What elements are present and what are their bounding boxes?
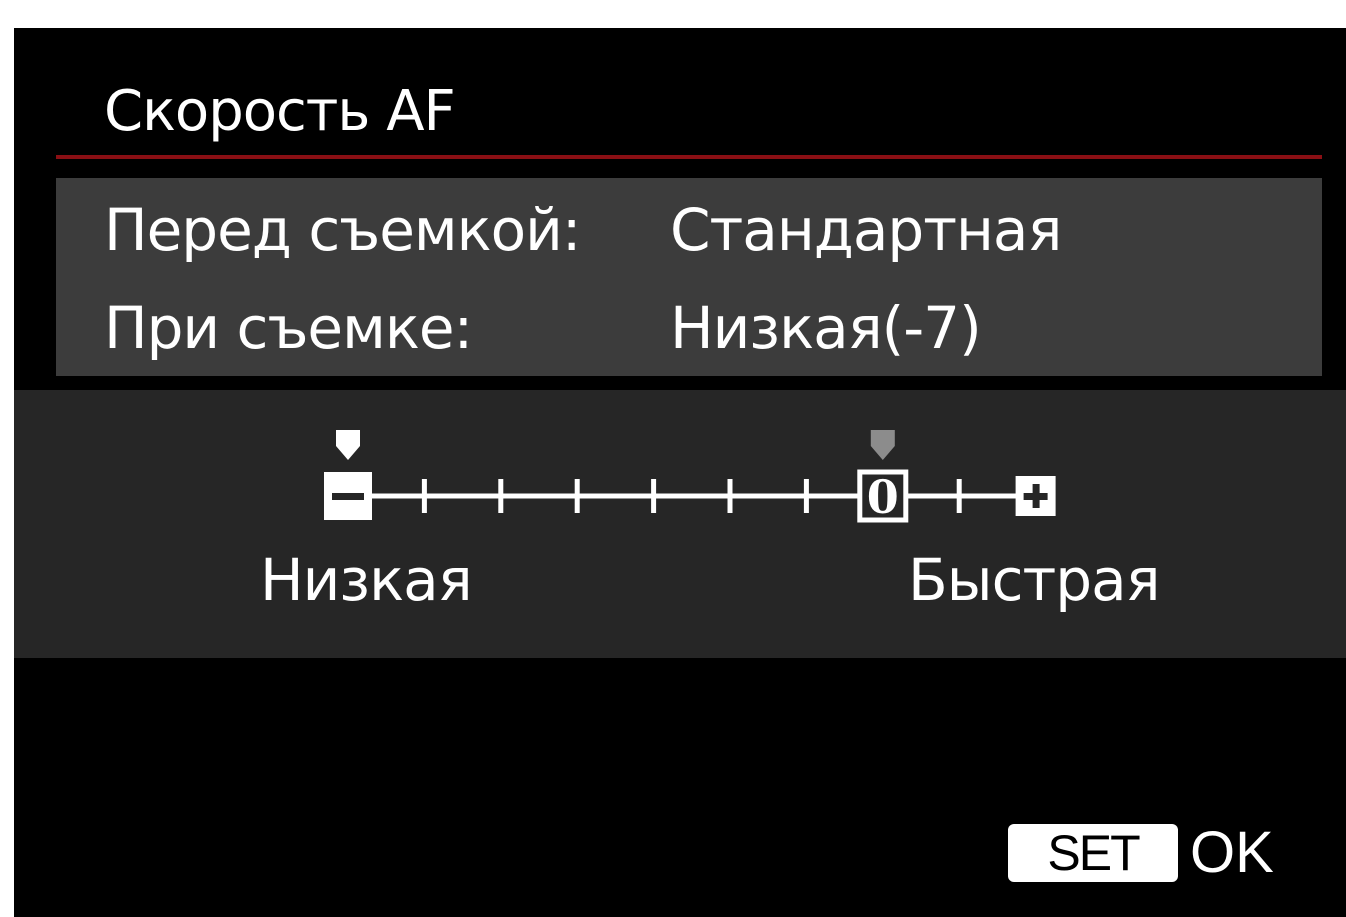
title-divider — [56, 155, 1322, 159]
camera-menu-screen: Скорость AF Перед съемкой: Стандартная П… — [14, 28, 1346, 917]
setting-value: Низкая(-7) — [670, 294, 982, 362]
scale-low-label: Низкая — [260, 546, 473, 614]
set-button-icon[interactable]: SET — [1008, 824, 1178, 882]
page-title: Скорость AF — [104, 79, 456, 144]
scale-fast-label: Быстрая — [908, 546, 1161, 614]
setting-row-during-shooting: При съемке: Низкая(-7) — [56, 288, 1322, 368]
setting-value: Стандартная — [670, 196, 1062, 264]
minus-icon — [332, 493, 364, 500]
setting-label: При съемке: — [104, 294, 473, 362]
plus-icon-vertical — [1032, 484, 1040, 508]
ok-label: OK — [1190, 820, 1274, 885]
zero-label: 0 — [867, 470, 899, 524]
setting-label: Перед съемкой: — [104, 196, 581, 264]
af-speed-scale-panel[interactable]: 0 Низкая Быстрая — [14, 390, 1346, 658]
default-marker — [870, 430, 895, 460]
af-speed-summary: Перед съемкой: Стандартная При съемке: Н… — [56, 178, 1322, 376]
setting-row-before-shooting: Перед съемкой: Стандартная — [56, 190, 1322, 270]
current-value-marker — [336, 430, 360, 460]
